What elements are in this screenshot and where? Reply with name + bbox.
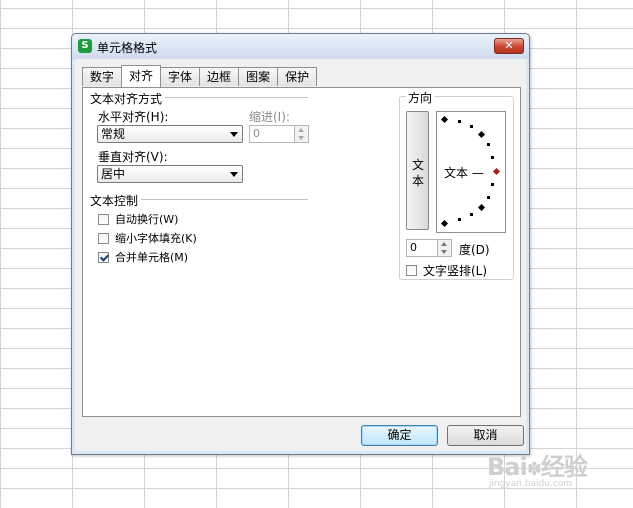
angle-tick	[458, 218, 461, 221]
tab-protection[interactable]: 保护	[277, 67, 318, 86]
vertical-text-char-2: 本	[412, 174, 425, 188]
checkbox-icon[interactable]	[98, 232, 109, 244]
checkbox-icon[interactable]	[406, 264, 417, 276]
angle-tick	[487, 196, 490, 199]
tab-pattern[interactable]: 图案	[238, 67, 279, 86]
shrink-to-fit-option[interactable]: 缩小字体填充(K)	[98, 230, 197, 246]
vertical-stack-label: 文字竖排(L)	[423, 263, 488, 278]
angle-marker-minus-90[interactable]	[440, 219, 449, 228]
tab-font[interactable]: 字体	[160, 67, 201, 86]
horizontal-align-value: 常规	[101, 127, 126, 141]
text-alignment-divider	[163, 97, 308, 98]
text-control-group-label: 文本控制	[90, 192, 142, 209]
checkbox-icon[interactable]	[98, 213, 109, 225]
degree-value: 0	[410, 241, 417, 254]
angle-tick	[470, 213, 473, 216]
checkbox-icon[interactable]	[98, 251, 109, 263]
orientation-preview-text: 文本 —	[444, 166, 484, 180]
angle-indicator[interactable]	[492, 167, 501, 176]
vertical-stack-option[interactable]: 文字竖排(L)	[406, 262, 487, 278]
indent-value: 0	[253, 127, 260, 140]
paw-icon: ✽	[526, 459, 542, 480]
watermark-url: jingyan.baidu.com	[489, 479, 573, 489]
text-alignment-group-label: 文本对齐方式	[90, 90, 166, 107]
spinner-arrows-icon[interactable]	[437, 240, 451, 256]
alignment-panel: 文本对齐方式 水平对齐(H): 常规 缩进(I): 0 垂直对齐(V): 居中 …	[82, 87, 521, 417]
orientation-group-label: 方向	[406, 89, 435, 106]
watermark: Bai✽经验 jingyan.baidu.com	[487, 447, 588, 489]
vertical-align-value: 居中	[101, 167, 126, 181]
degree-label: 度(D)	[459, 243, 490, 257]
cancel-button[interactable]: 取消	[447, 425, 524, 446]
tab-strip: 数字 对齐 字体 边框 图案 保护	[82, 65, 318, 87]
vertical-text-char-1: 文	[412, 158, 425, 172]
dropdown-arrow-icon	[230, 172, 238, 177]
angle-tick	[470, 125, 473, 128]
dialog-client-area: 数字 对齐 字体 边框 图案 保护 文本对齐方式 水平对齐(H): 常规 缩进(…	[75, 59, 526, 451]
vertical-align-select[interactable]: 居中	[97, 165, 243, 183]
tab-number[interactable]: 数字	[82, 67, 123, 86]
angle-marker-45[interactable]	[477, 130, 486, 139]
dialog-title: 单元格格式	[97, 41, 158, 55]
indent-label: 缩进(I):	[249, 110, 290, 124]
format-cells-dialog: S 单元格格式 ✕ 数字 对齐 字体 边框 图案 保护 文本对齐方式 水平对齐(…	[71, 33, 530, 455]
title-bar[interactable]: S 单元格格式 ✕	[72, 34, 529, 59]
dropdown-arrow-icon	[230, 132, 238, 137]
degree-spinner[interactable]: 0	[406, 239, 452, 257]
orientation-dial[interactable]: 文本 —	[436, 111, 506, 233]
app-logo-icon: S	[78, 39, 92, 53]
wrap-text-option[interactable]: 自动换行(W)	[98, 211, 178, 227]
horizontal-align-select[interactable]: 常规	[97, 125, 243, 143]
merge-cells-label: 合并单元格(M)	[115, 251, 189, 264]
angle-marker-minus-45[interactable]	[477, 203, 486, 212]
ok-button[interactable]: 确定	[361, 425, 438, 446]
close-button[interactable]: ✕	[494, 38, 524, 54]
angle-tick	[458, 120, 461, 123]
tab-alignment[interactable]: 对齐	[121, 65, 162, 87]
angle-tick	[487, 143, 490, 146]
merge-cells-option[interactable]: 合并单元格(M)	[98, 249, 188, 265]
angle-marker-90[interactable]	[440, 115, 449, 124]
indent-spinner[interactable]: 0	[249, 125, 309, 143]
spinner-arrows-icon[interactable]	[294, 126, 308, 142]
close-icon: ✕	[504, 39, 514, 52]
vertical-align-label: 垂直对齐(V):	[98, 150, 168, 164]
horizontal-align-label: 水平对齐(H):	[98, 110, 169, 124]
angle-tick	[491, 156, 494, 159]
shrink-to-fit-label: 缩小字体填充(K)	[115, 232, 197, 245]
text-control-divider	[141, 199, 308, 200]
watermark-brand-end: 经验	[540, 453, 588, 481]
wrap-text-label: 自动换行(W)	[115, 213, 179, 226]
vertical-text-button[interactable]: 文 本	[406, 111, 429, 230]
tab-border[interactable]: 边框	[199, 67, 240, 86]
angle-tick	[491, 183, 494, 186]
watermark-brand: Bai	[487, 453, 528, 481]
